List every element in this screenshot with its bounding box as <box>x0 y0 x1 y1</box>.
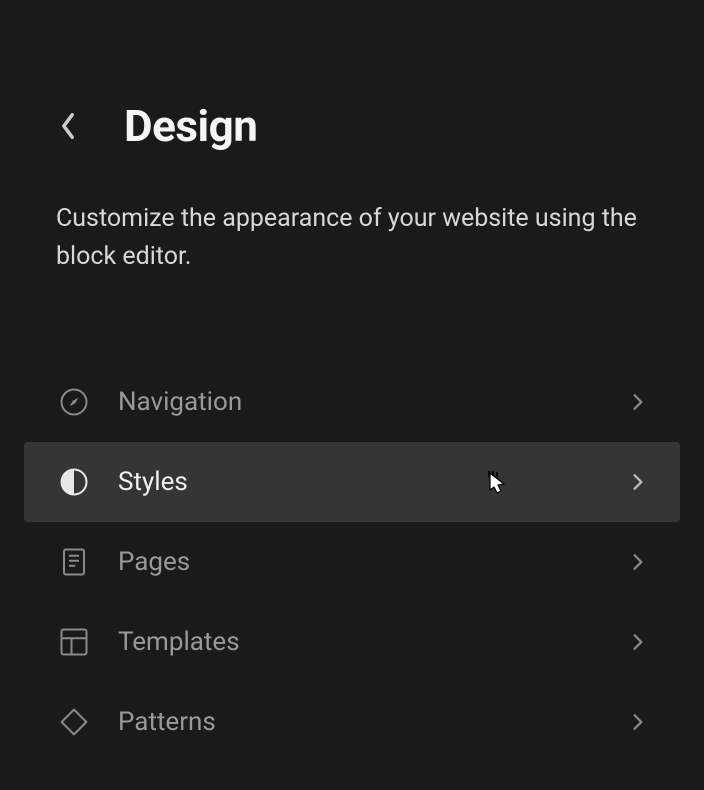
chevron-right-icon <box>628 472 648 492</box>
menu-label: Styles <box>118 467 628 497</box>
menu-item-navigation[interactable]: Navigation <box>0 362 704 442</box>
contrast-icon <box>58 466 90 498</box>
menu-item-styles[interactable]: Styles <box>24 442 680 522</box>
page-icon <box>58 546 90 578</box>
design-menu: Navigation Styles <box>0 362 704 762</box>
chevron-left-icon <box>59 112 77 140</box>
layout-icon <box>58 626 90 658</box>
menu-item-templates[interactable]: Templates <box>0 602 704 682</box>
header: Design <box>0 100 704 152</box>
menu-item-pages[interactable]: Pages <box>0 522 704 602</box>
back-button[interactable] <box>48 106 88 146</box>
menu-label: Patterns <box>118 707 628 737</box>
diamond-icon <box>58 706 90 738</box>
page-title: Design <box>124 100 257 152</box>
chevron-right-icon <box>628 392 648 412</box>
page-description: Customize the appearance of your website… <box>0 200 704 276</box>
chevron-right-icon <box>628 712 648 732</box>
chevron-right-icon <box>628 632 648 652</box>
menu-item-patterns[interactable]: Patterns <box>0 682 704 762</box>
chevron-right-icon <box>628 552 648 572</box>
menu-label: Navigation <box>118 387 628 417</box>
menu-label: Pages <box>118 547 628 577</box>
menu-label: Templates <box>118 627 628 657</box>
design-panel: Design Customize the appearance of your … <box>0 0 704 762</box>
compass-icon <box>58 386 90 418</box>
